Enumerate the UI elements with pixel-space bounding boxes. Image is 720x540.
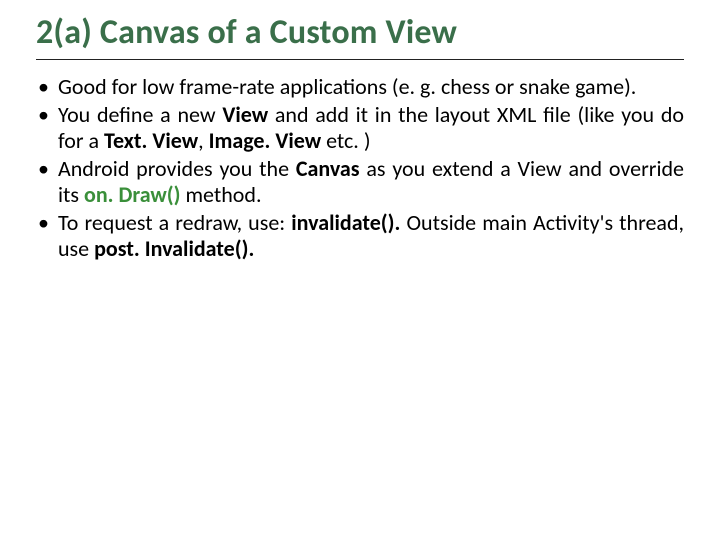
slide-body: Good for low frame-rate applications (e.…: [36, 74, 684, 262]
bullet-item: You define a new View and add it in the …: [36, 102, 684, 154]
slide: 2(a) Canvas of a Custom View Good for lo…: [0, 0, 720, 540]
bullet-item: Android provides you the Canvas as you e…: [36, 156, 684, 208]
bullet-item: To request a redraw, use: invalidate(). …: [36, 210, 684, 262]
bullet-text: etc. ): [321, 127, 370, 154]
bold-text: Image. View: [209, 127, 322, 154]
bullet-text: ,: [198, 127, 208, 154]
bullet-item: Good for low frame-rate applications (e.…: [36, 74, 684, 100]
bullet-text: Good for low frame-rate applications (e.…: [58, 73, 636, 100]
code-text: on. Draw(): [84, 181, 180, 208]
bold-text: Text. View: [104, 127, 198, 154]
slide-title: 2(a) Canvas of a Custom View: [36, 12, 684, 60]
bold-text: invalidate().: [291, 209, 400, 236]
bold-text: Canvas: [296, 155, 360, 182]
bullet-text: You define a new: [58, 101, 222, 128]
bold-text: View: [222, 101, 268, 128]
bullet-text: method.: [180, 181, 261, 208]
bold-text: post. Invalidate().: [94, 235, 254, 262]
bullet-text: To request a redraw, use:: [58, 209, 291, 236]
bullet-text: Android provides you the: [58, 155, 296, 182]
bullet-list: Good for low frame-rate applications (e.…: [36, 74, 684, 262]
